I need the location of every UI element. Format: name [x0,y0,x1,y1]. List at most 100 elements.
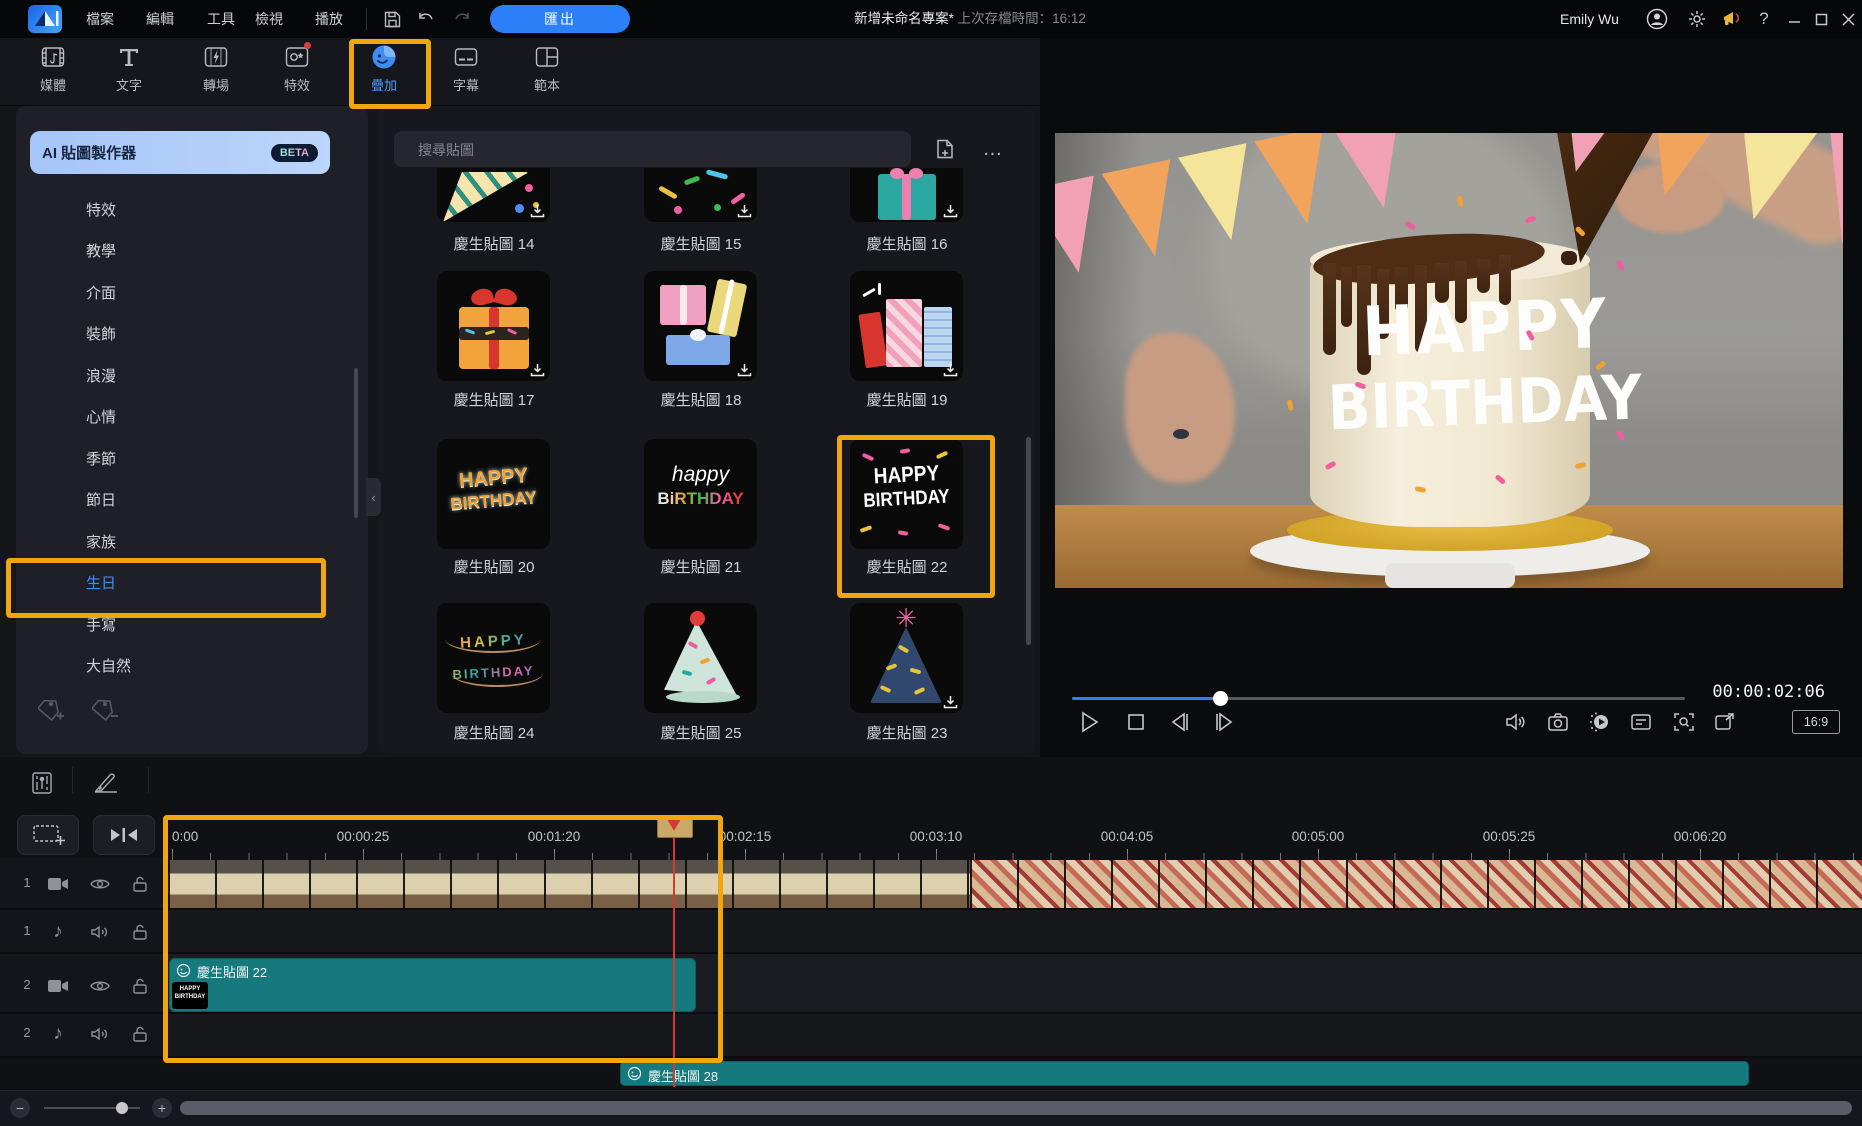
sticker-thumb-21[interactable]: happy BiRTHDAY [644,439,757,549]
track1-audio-speaker-icon[interactable] [88,920,112,944]
audio-track1-lane[interactable] [168,910,1862,952]
menu-edit[interactable]: 編輯 [140,0,180,38]
render-preview-icon[interactable] [1587,708,1615,736]
menu-view[interactable]: 檢視 [249,0,289,38]
video-track1-filmstrip[interactable] [168,860,970,908]
ai-sticker-maker-button[interactable]: AI 貼圖製作器 BETA [30,131,330,174]
category-effects[interactable]: 特效 [16,190,368,231]
track1-lock-icon[interactable] [128,872,152,896]
timeline-zoom-slider[interactable] [44,1107,140,1109]
detach-preview-icon[interactable] [1711,708,1739,736]
aspect-ratio-badge[interactable]: 16:9 [1792,710,1840,734]
remove-tag-icon[interactable] [92,696,120,724]
tab-media[interactable]: 媒體 [20,44,86,102]
previous-frame-button[interactable] [1166,708,1194,736]
window-maximize-icon[interactable] [1809,7,1833,31]
save-icon[interactable] [380,7,404,31]
sticker-thumb-16[interactable] [850,168,963,222]
tab-transitions[interactable]: 轉場 [183,44,249,102]
playback-progress-bar[interactable] [1072,697,1685,700]
settings-gear-icon[interactable] [1685,7,1709,31]
snap-toggle-button[interactable] [93,815,155,855]
sticker-thumb-22[interactable]: HAPPY BIRTHDAY [850,439,963,549]
category-nature[interactable]: 大自然 [16,646,368,687]
promotion-megaphone-icon[interactable] [1720,7,1744,31]
preview-panel: HAPPY BIRTHDAY [1040,38,1862,757]
sticker-thumb-25[interactable]: ✳ [850,603,963,713]
help-icon[interactable]: ? [1752,7,1776,31]
sticker-thumb-15[interactable] [644,168,757,222]
preview-zoom-icon[interactable] [1670,708,1698,736]
tab-overlay[interactable]: 疊加 [351,44,417,102]
tab-templates[interactable]: 範本 [514,44,580,102]
category-season[interactable]: 季節 [16,439,368,480]
window-minimize-icon[interactable] [1782,7,1806,31]
next-frame-button[interactable] [1210,708,1238,736]
playhead-line[interactable] [673,819,675,1087]
account-avatar-icon[interactable] [1645,7,1669,31]
templates-icon [534,44,560,70]
play-button[interactable] [1076,708,1104,736]
category-romance[interactable]: 浪漫 [16,356,368,397]
category-decoration[interactable]: 裝飾 [16,314,368,355]
sticker-thumb-24[interactable] [644,603,757,713]
zoom-out-button[interactable]: − [10,1098,30,1118]
track1-visibility-eye-icon[interactable] [88,872,112,896]
audio-track2-lane[interactable] [168,1014,1862,1056]
category-handwriting[interactable]: 手寫 [16,605,368,646]
timeline-clip-sticker22[interactable]: 慶生貼圖 22 HAPPY BIRTHDAY [169,958,696,1012]
track2-audio-speaker-icon[interactable] [88,1022,112,1046]
sticker-thumb-18[interactable] [644,271,757,381]
add-clip-button[interactable] [17,815,79,855]
progress-knob[interactable] [1213,691,1228,706]
sidebar-scrollbar[interactable] [354,368,358,518]
video-preview[interactable]: HAPPY BIRTHDAY [1055,133,1843,588]
timeline-settings-icon[interactable] [28,769,56,797]
import-sticker-icon[interactable] [932,136,958,162]
zoom-in-button[interactable]: + [152,1098,172,1118]
tab-effects[interactable]: 特效 [264,44,330,102]
mute-speaker-icon[interactable] [1502,708,1530,736]
category-education[interactable]: 教學 [16,231,368,272]
sticker-thumb-14[interactable] [437,168,550,222]
sticker-thumb-17[interactable] [437,271,550,381]
zoom-slider-knob[interactable] [116,1102,128,1114]
timeline-horizontal-scrollbar[interactable] [180,1101,1852,1115]
sticker-thumb-20[interactable]: HAPPY BIRTHDAY [437,439,550,549]
export-button[interactable]: 匯出 [490,5,630,33]
playhead-marker[interactable] [657,815,693,838]
menu-tools[interactable]: 工具 [201,0,241,38]
track1-audio-lock-icon[interactable] [128,920,152,944]
track1-video-number: 1 [20,875,34,890]
tab-subtitles[interactable]: 字幕 [433,44,499,102]
menu-play[interactable]: 播放 [309,0,349,38]
menu-file[interactable]: 檔案 [80,0,120,38]
razor-cut-icon[interactable] [92,769,120,797]
video-track1-filmstrip-2[interactable] [970,860,1862,908]
timeline-clip-sticker28[interactable]: 慶生貼圖 28 [620,1061,1749,1086]
add-tag-icon[interactable] [38,696,66,724]
tab-text[interactable]: 文字 [96,44,162,102]
redo-icon[interactable] [450,7,474,31]
sticker-thumb-19[interactable] [850,271,963,381]
more-options-icon[interactable]: … [980,136,1006,162]
window-close-icon[interactable] [1836,7,1860,31]
track2-visibility-eye-icon[interactable] [88,974,112,998]
ruler-label: 00:03:10 [896,829,976,844]
category-festival[interactable]: 節日 [16,480,368,521]
stop-button[interactable] [1122,708,1150,736]
undo-icon[interactable] [414,7,438,31]
category-family[interactable]: 家族 [16,522,368,563]
category-mood[interactable]: 心情 [16,397,368,438]
tab-templates-label: 範本 [534,75,560,94]
category-birthday[interactable]: 生日 [16,563,368,604]
grid-scrollbar[interactable] [1026,437,1031,645]
sticker-thumb-23[interactable]: HAPPY BIRTHDAY [437,603,550,713]
sticker-search-input[interactable] [416,131,890,169]
category-interface[interactable]: 介面 [16,273,368,314]
playback-quality-list-icon[interactable] [1627,708,1655,736]
collapse-panel-chevron[interactable]: ‹ [366,478,381,516]
track2-audio-lock-icon[interactable] [128,1022,152,1046]
snapshot-camera-icon[interactable] [1544,708,1572,736]
track2-lock-icon[interactable] [128,974,152,998]
